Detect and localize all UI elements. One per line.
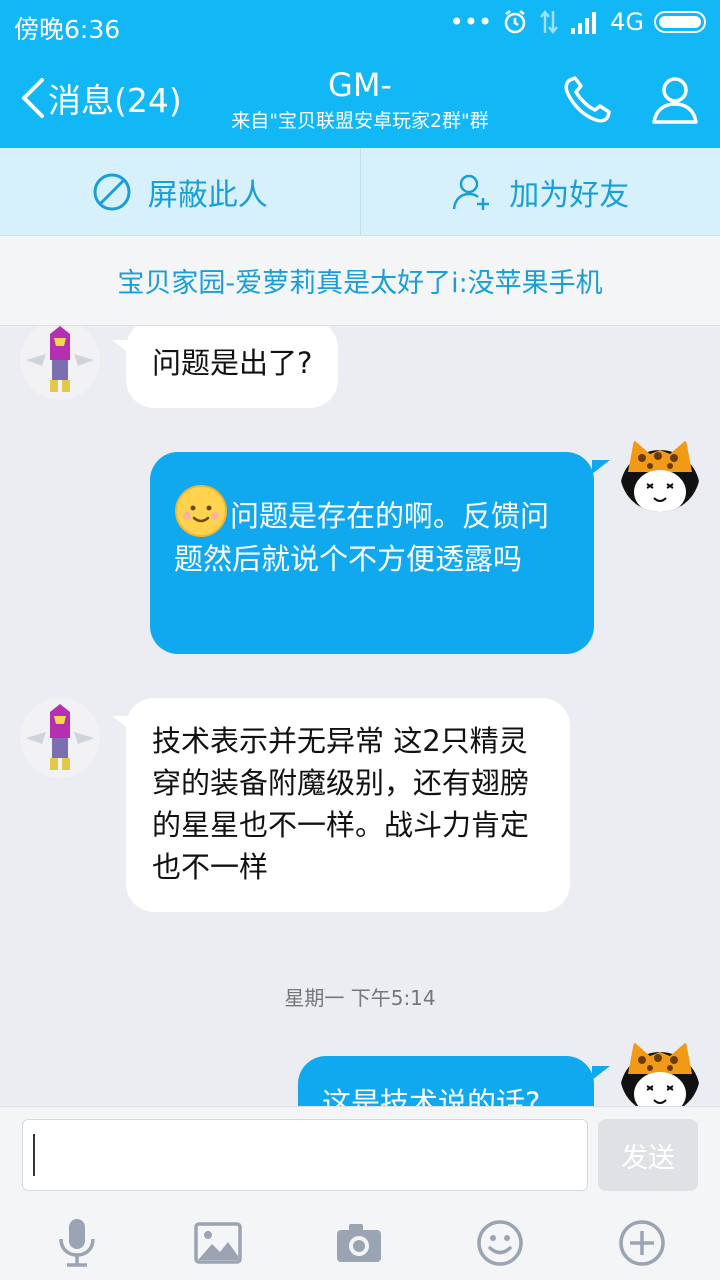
add-person-icon [453,174,490,210]
message-input[interactable] [22,1119,588,1191]
signal-icon [571,12,597,34]
block-user-label: 屏蔽此人 [147,177,268,213]
voice-button[interactable] [47,1213,107,1273]
status-icons: ••• 4G [450,8,706,36]
more-button[interactable] [612,1213,672,1273]
message-bubble[interactable]: 这是技术说的话? [298,1056,594,1106]
emoji-button[interactable] [470,1213,530,1273]
profile-button[interactable] [648,72,702,126]
bubble-tail [592,1066,610,1080]
message-bubble[interactable]: 问题是存在的啊。反馈问题然后就说个不方便透露吗 [150,452,594,654]
more-dots-icon: ••• [449,8,493,36]
image-button[interactable] [188,1213,248,1273]
text-cursor [33,1134,35,1176]
input-bar: 发送 [0,1106,720,1280]
data-transfer-icon [540,9,559,35]
block-user-button[interactable]: 屏蔽此人 [0,148,360,235]
image-icon [194,1222,242,1264]
group-notice-text: 宝贝家园-爱萝莉真是太好了i:没苹果手机 [117,268,603,299]
message-text: 技术表示并无异常 这2只精灵 穿的装备附魔级别，还有翅膀的星星也不一样。战斗力肯… [152,724,530,884]
smile-emoji-icon [174,484,228,538]
back-label: 消息(24) [48,81,182,120]
alarm-icon [504,10,526,34]
battery-icon [654,11,706,33]
send-button[interactable]: 发送 [598,1119,698,1191]
message-text: 问题是存在的啊。反馈问题然后就说个不方便透露吗 [174,499,550,576]
add-friend-button[interactable]: 加为好友 [361,148,720,235]
input-toolbar [0,1207,720,1280]
bubble-tail [592,460,610,474]
add-friend-label: 加为好友 [509,177,630,213]
network-type: 4G [610,8,644,36]
person-icon [652,77,698,124]
phone-icon [564,76,611,123]
status-time: 傍晚6:36 [14,15,121,44]
message-text: 这是技术说的话? [322,1086,541,1106]
emoji-icon [477,1220,523,1266]
camera-button[interactable] [329,1213,389,1273]
chevron-left-icon [22,78,44,118]
message-bubble[interactable]: 问题是出了? [126,326,339,408]
avatar[interactable] [620,432,700,512]
send-label: 发送 [621,1142,675,1174]
status-bar: 傍晚6:36 ••• 4G [0,0,720,52]
header: 傍晚6:36 ••• 4G 消息(24) GM- 来自"宝贝联盟安卓玩家2群"群 [0,0,720,148]
group-notice[interactable]: 宝贝家园-爱萝莉真是太好了i:没苹果手机 [0,236,720,326]
message-list[interactable]: 问题是出了? 问题是存在的啊。反馈问题然后就说个不方便透露吗 技术表示并无异常 … [0,326,720,1106]
plus-icon [619,1220,665,1266]
avatar[interactable] [20,326,100,400]
avatar[interactable] [620,1034,700,1106]
avatar[interactable] [20,698,100,778]
message-text: 问题是出了? [152,346,313,380]
microphone-icon [59,1219,95,1267]
call-button[interactable] [560,74,616,124]
camera-icon [337,1224,381,1262]
stranger-action-bar: 屏蔽此人 加为好友 [0,148,720,236]
back-button[interactable]: 消息(24) [18,74,182,122]
block-icon [93,173,131,210]
message-bubble[interactable]: 技术表示并无异常 这2只精灵 穿的装备附魔级别，还有翅膀的星星也不一样。战斗力肯… [126,698,570,912]
message-timestamp: 星期一 下午5:14 [284,986,436,1010]
